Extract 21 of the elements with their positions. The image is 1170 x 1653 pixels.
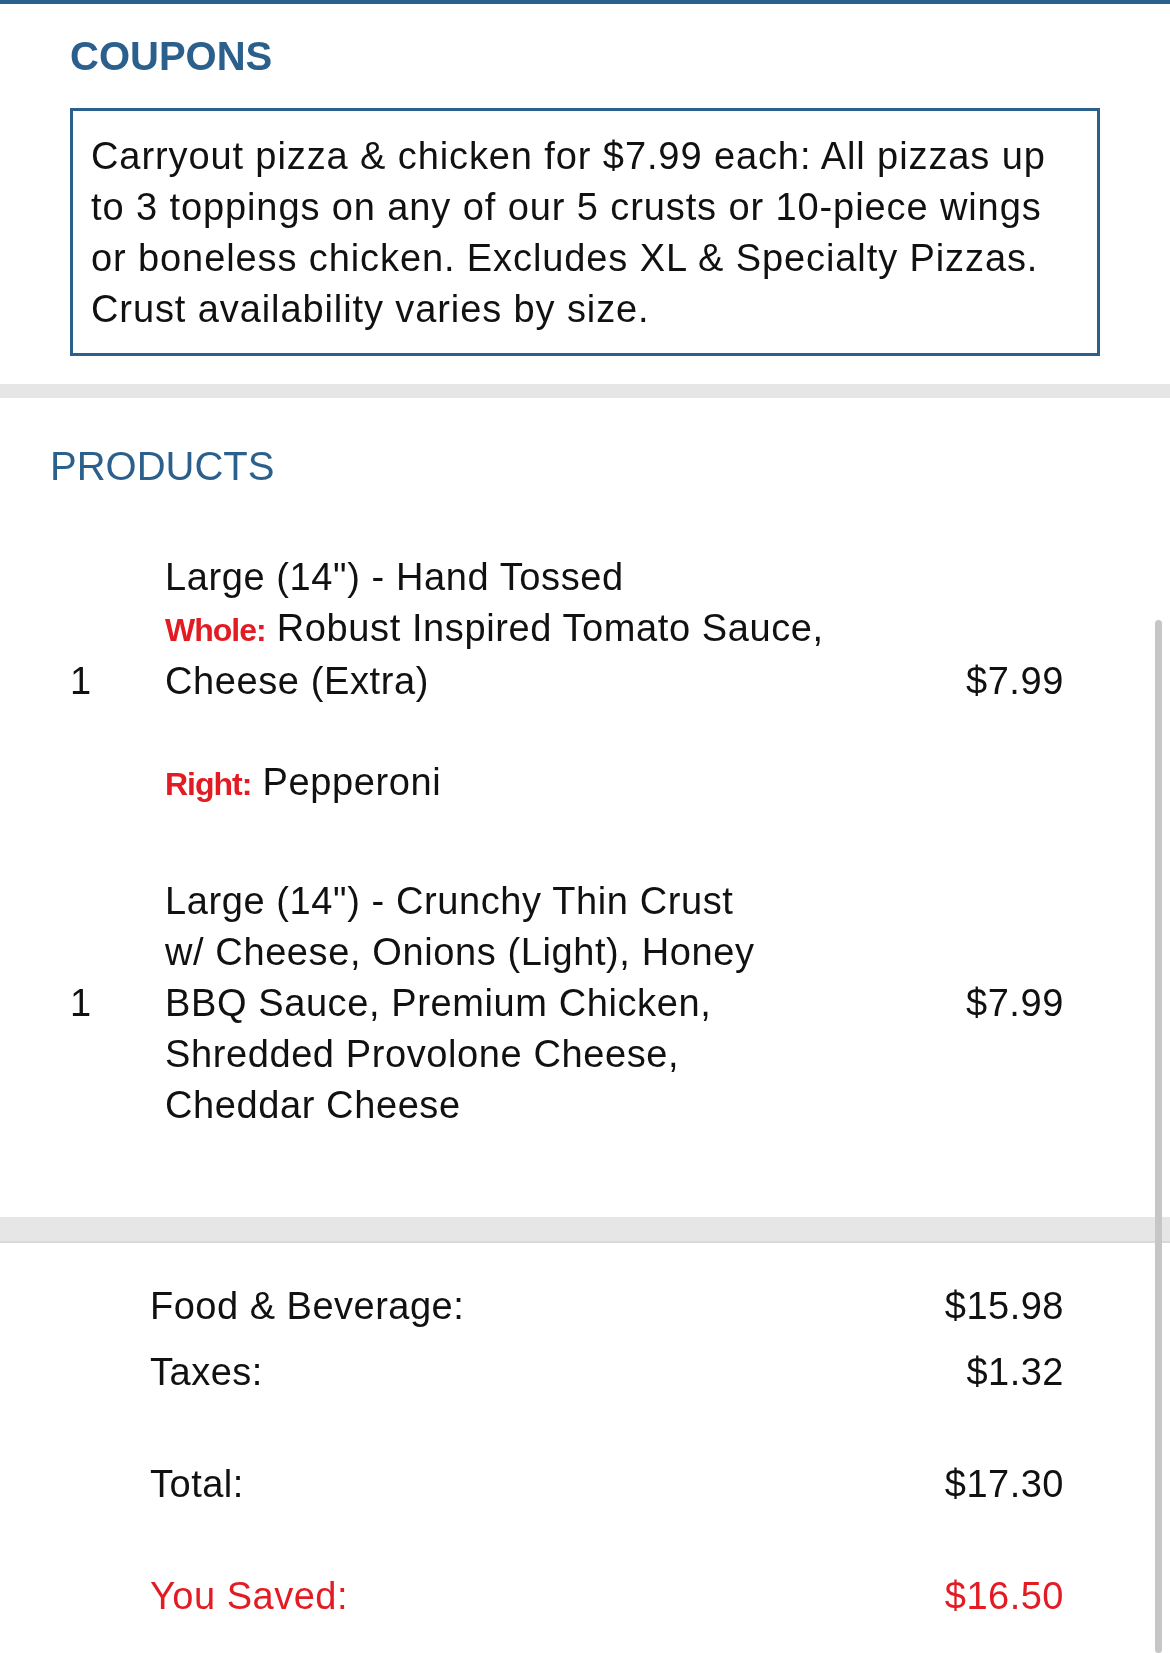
- topping-text: Right: Pepperoni: [165, 760, 443, 805]
- coupon-description: Carryout pizza & chicken for $7.99 each: All pizzas up to 3 toppings on any of our 5 crusts or 10-piece wings or boneless chicken. Excludes XL & Specialty Pizzas. Crust availability varies by size.: [70, 108, 1100, 356]
- summary-label: Taxes:: [150, 1350, 263, 1395]
- quantity: 1: [70, 658, 93, 704]
- summary-value: $15.98: [944, 1284, 1064, 1329]
- topping-text: w/ Cheese, Onions (Light), Honey BBQ Sauce, Premium Chicken, Shredded Provolone Cheese, Cheddar Cheese: [165, 930, 756, 1128]
- summary-label: Food & Beverage:: [150, 1284, 465, 1329]
- product-name: Large (14") - Crunchy Thin Crust: [165, 879, 735, 924]
- coupons-heading: COUPONS: [70, 33, 274, 80]
- products-heading: PRODUCTS: [50, 443, 276, 490]
- summary-label: Total:: [150, 1462, 244, 1507]
- quantity: 1: [70, 981, 93, 1026]
- summary-value: $16.50: [944, 1574, 1064, 1619]
- scrollbar[interactable]: [1155, 620, 1162, 1653]
- summary-value: $17.30: [944, 1462, 1064, 1507]
- topping-text: Whole: Robust Inspired Tomato Sauce, Cheese (Extra): [165, 606, 825, 704]
- item-price: $7.99: [965, 658, 1064, 704]
- summary-value: $1.32: [966, 1350, 1064, 1395]
- item-price: $7.99: [965, 981, 1064, 1026]
- summary-label: You Saved:: [150, 1574, 348, 1619]
- product-name: Large (14") - Hand Tossed: [165, 555, 625, 600]
